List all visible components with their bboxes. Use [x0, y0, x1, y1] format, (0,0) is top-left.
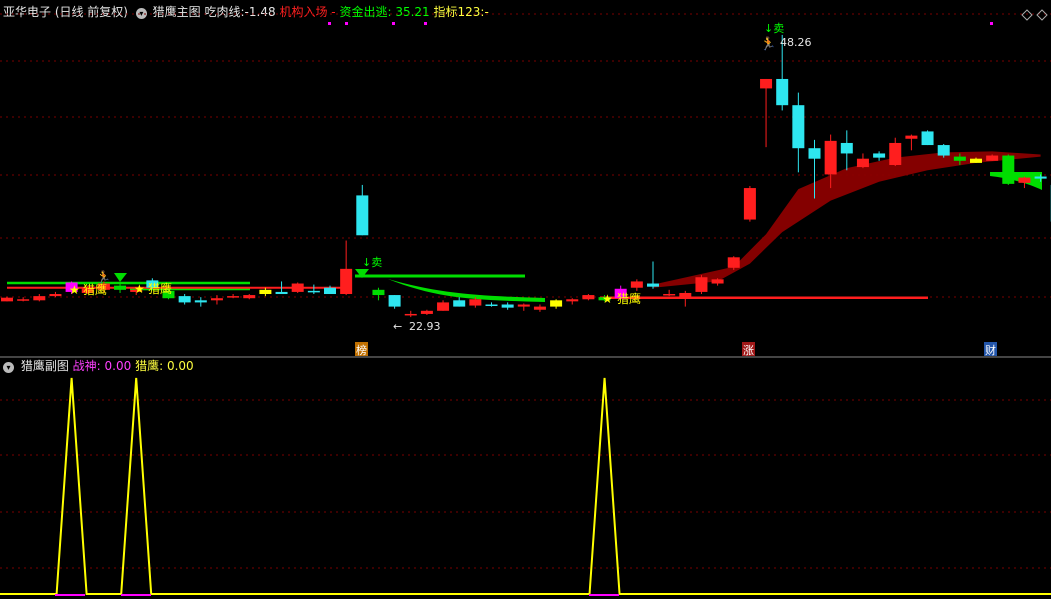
candle-body [727, 257, 740, 268]
candle-body [1034, 176, 1047, 179]
candle-body [275, 291, 288, 295]
candle-body [970, 158, 982, 163]
candle-body [259, 289, 272, 295]
candle-body [324, 287, 336, 295]
candle-body [856, 158, 869, 168]
badge-cai-text: 财 [985, 343, 996, 357]
dark-red-ribbon [653, 151, 1041, 288]
lieying-marker-3: ★ 猎鹰 [602, 291, 641, 306]
candle-body [792, 105, 805, 149]
candle-body [937, 145, 950, 156]
candle-body [566, 299, 579, 302]
lieying-label-3: 猎鹰 [617, 291, 641, 306]
candle-body [824, 140, 837, 175]
green-triangle-icon [114, 273, 127, 282]
candle-body [356, 195, 369, 236]
candle-body [1, 297, 13, 302]
candle-body [873, 153, 886, 158]
candle-body [743, 188, 756, 220]
candle-body [227, 296, 240, 298]
candle-body [953, 156, 966, 161]
star-icon: ★ [134, 282, 145, 296]
candle-body [679, 292, 692, 299]
arrow-glyph: ← [393, 320, 402, 333]
star-icon: ★ [69, 283, 80, 297]
candle-body [388, 295, 401, 307]
lieying-label-1: 猎鹰 [83, 282, 107, 297]
candle-body [178, 296, 191, 303]
candle-body [17, 299, 30, 301]
candle-body [695, 277, 708, 292]
candle-body [307, 290, 320, 293]
candle-body [630, 281, 643, 288]
candle-body [210, 298, 223, 301]
candle-body [840, 142, 853, 154]
candle-body [921, 131, 934, 146]
candle-body [1002, 155, 1015, 184]
lieying-marker-1: ★ 猎鹰 [69, 282, 107, 297]
candle-body [986, 155, 999, 161]
diamond-icon[interactable] [1021, 9, 1033, 21]
candle-body [372, 289, 385, 296]
lieying-marker-2: ★ 猎鹰 [134, 281, 172, 296]
candle-body [420, 310, 433, 314]
sub-chart-group [0, 377, 1051, 596]
candle-body [194, 300, 207, 303]
badge-zhang-text: 涨 [743, 344, 754, 357]
lieying-label-2: 猎鹰 [148, 281, 172, 296]
candle-body [889, 142, 902, 165]
ribbon-band [653, 151, 1041, 288]
candle-body [404, 313, 417, 316]
candle-body [808, 148, 821, 159]
candle-body [243, 295, 256, 299]
candle-body [291, 283, 304, 292]
high-price-label: 48.26 [780, 36, 812, 49]
candle-body [905, 135, 918, 139]
diamond-icon[interactable] [1036, 9, 1048, 21]
candle-body [453, 300, 466, 307]
badge-bang-text: 榜 [356, 343, 367, 357]
candle-body [33, 296, 46, 301]
sell-signal-label: ↓卖 [362, 256, 382, 269]
candle-body [776, 78, 789, 106]
candle-body [437, 302, 450, 311]
badge-cai[interactable]: 财 [984, 342, 997, 357]
candle-body [501, 304, 514, 308]
candle-body [485, 304, 498, 307]
candle-body [114, 285, 127, 290]
sub-chart-line [0, 377, 1051, 595]
candle-body [340, 268, 353, 295]
candle-body [1018, 177, 1031, 183]
candle-body [647, 283, 659, 287]
runner-icon: 🏃 [760, 36, 776, 52]
chart-svg[interactable]: 48.26 22.93 ← ↓卖 ↓卖 ★ 猎鹰 ★ 猎鹰 ★ 猎鹰 🏃 🏃 榜… [0, 0, 1051, 599]
candle-body [582, 295, 595, 300]
badge-bang[interactable]: 榜 [355, 342, 368, 357]
low-price-label: 22.93 [409, 320, 441, 333]
candle-body [663, 294, 676, 296]
candle-body [760, 78, 773, 89]
candle-body [711, 279, 724, 284]
sell-signal-label-top: ↓卖 [764, 22, 784, 35]
candle-body [550, 300, 563, 307]
runner-icon: 🏃 [96, 270, 111, 284]
badge-zhang[interactable]: 涨 [742, 342, 755, 357]
candle-body [49, 294, 62, 297]
candle-body [517, 304, 530, 307]
candle-body [533, 306, 546, 310]
star-icon: ★ [602, 292, 613, 306]
magenta-dots [328, 22, 993, 25]
candle-body [469, 299, 482, 306]
green-wedge [388, 279, 545, 302]
